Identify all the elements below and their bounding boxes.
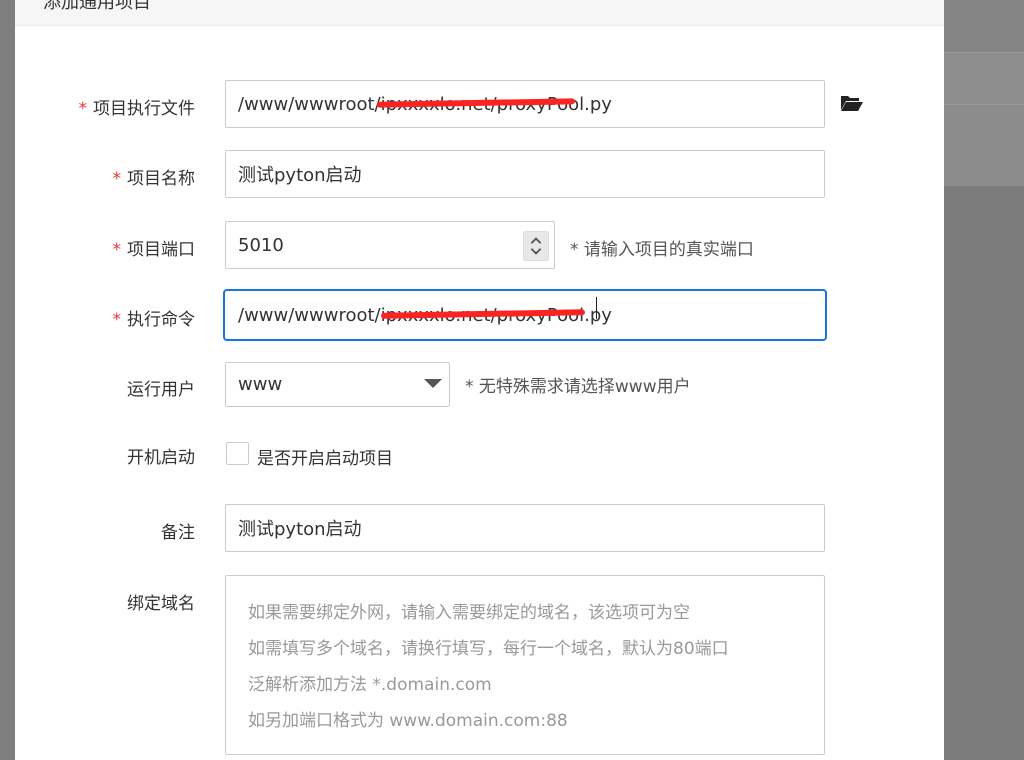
background-strip <box>944 52 1024 104</box>
required-mark: * <box>78 99 88 119</box>
background-strip <box>944 0 1024 52</box>
text-cursor <box>596 297 597 319</box>
bind-domain-label: 绑定域名 <box>127 594 195 614</box>
autostart-checkbox-label[interactable]: 是否开启启动项目 <box>257 444 393 469</box>
run-user-hint: * 无特殊需求请选择www用户 <box>465 377 691 397</box>
remark-input[interactable]: 测试pyton启动 <box>225 504 825 552</box>
chevron-down-icon <box>530 248 542 255</box>
number-stepper[interactable] <box>523 231 549 261</box>
port-hint: * 请输入项目的真实端口 <box>570 240 754 260</box>
project-name-input[interactable]: 测试pyton启动 <box>225 150 825 198</box>
placeholder-line: 如需填写多个域名，请换行填写，每行一个域名，默认为80端口 <box>248 639 729 659</box>
folder-open-icon[interactable] <box>840 94 864 112</box>
dialog-header: 添加通用项目 <box>15 0 944 26</box>
dialog-title: 添加通用项目 <box>43 0 151 13</box>
placeholder-line: 泛解析添加方法 *.domain.com <box>248 675 492 695</box>
autostart-label: 开机启动 <box>127 448 195 468</box>
project-port-label: * 项目端口 <box>112 240 196 260</box>
add-project-dialog: 添加通用项目 *项目执行文件 /www/wwwroot/ipxxxxlo.net… <box>15 0 944 760</box>
remark-label: 备注 <box>161 523 195 543</box>
background-strip <box>944 104 1024 186</box>
project-name-label: * 项目名称 <box>112 169 196 189</box>
run-user-select[interactable]: www <box>225 362 450 407</box>
run-user-value: www <box>238 374 283 395</box>
placeholder-line: 如另加端口格式为 www.domain.com:88 <box>248 711 568 731</box>
exec-command-label: * 执行命令 <box>112 310 196 330</box>
background-overlay <box>944 186 1024 760</box>
placeholder-line: 如果需要绑定外网，请输入需要绑定的域名，该选项可为空 <box>248 603 690 623</box>
background-overlay-left <box>0 0 15 760</box>
project-port-value: 5010 <box>238 234 284 256</box>
required-mark: * <box>112 310 122 330</box>
required-mark: * <box>112 169 122 189</box>
autostart-checkbox[interactable] <box>226 442 249 465</box>
dropdown-arrow-icon[interactable] <box>424 379 442 388</box>
bind-domain-textarea[interactable]: 如果需要绑定外网，请输入需要绑定的域名，该选项可为空 如需填写多个域名，请换行填… <box>225 575 825 755</box>
project-name-value: 测试pyton启动 <box>238 165 362 186</box>
exec-file-label: * 项目执行文件 <box>78 99 196 119</box>
required-mark: * <box>112 240 122 260</box>
run-user-label: 运行用户 <box>127 380 195 400</box>
chevron-up-icon <box>530 237 542 244</box>
project-port-input[interactable]: 5010 <box>225 221 555 269</box>
remark-value: 测试pyton启动 <box>238 519 362 540</box>
